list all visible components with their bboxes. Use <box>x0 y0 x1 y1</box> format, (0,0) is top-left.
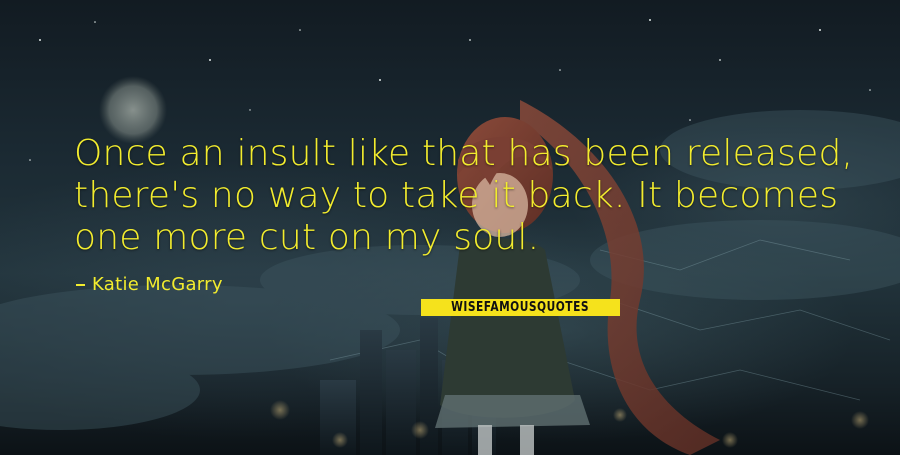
quote-line: Once an insult like that has been releas… <box>74 133 854 174</box>
quote-line: one more cut on my soul. <box>74 217 540 258</box>
quote-card: Once an insult like that has been releas… <box>0 0 900 455</box>
author-name: Katie McGarry <box>92 274 223 295</box>
author-attribution: Katie McGarry <box>76 274 223 295</box>
dash-icon <box>76 283 85 286</box>
quote-line: there's no way to take it back. It becom… <box>74 175 839 216</box>
brand-logo: WISEFAMOUSQUOTES <box>421 299 620 316</box>
brand-logo-text: WISEFAMOUSQUOTES <box>451 300 590 315</box>
quote-text: Once an insult like that has been releas… <box>74 133 854 259</box>
